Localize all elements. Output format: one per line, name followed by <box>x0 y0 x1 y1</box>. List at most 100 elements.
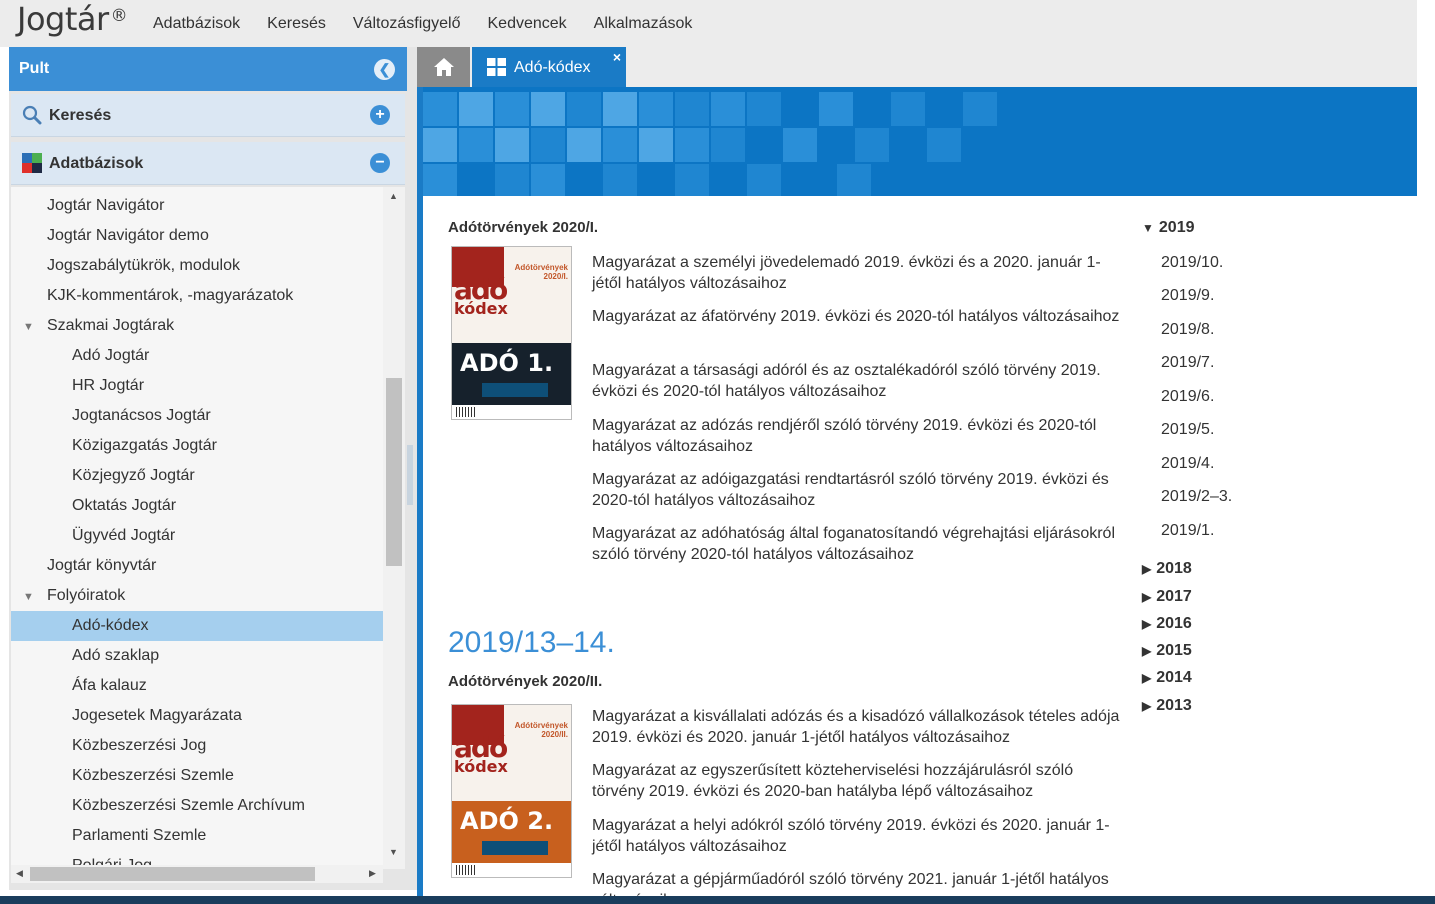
article-link[interactable]: Magyarázat a társasági adóról és az oszt… <box>592 360 1122 402</box>
tree-item[interactable]: Közbeszerzési Szemle Archívum <box>11 791 383 821</box>
tree-item[interactable]: Közbeszerzési Szemle <box>11 761 383 791</box>
search-section[interactable]: Keresés + <box>11 94 405 137</box>
issue-cover-image[interactable]: adó kódex Adótörvények 2020/I. ADÓ 1. <box>451 246 572 420</box>
year-toggle[interactable]: ▶ 2013 <box>1142 697 1192 715</box>
database-tree: Jogtár Navigátor Jogtár Navigátor demo J… <box>11 187 383 869</box>
collapsed-triangle-icon: ▶ <box>1142 590 1152 604</box>
close-tab-icon[interactable]: × <box>613 49 621 65</box>
year-toggle[interactable]: ▶ 2014 <box>1142 669 1192 687</box>
search-icon <box>22 105 42 125</box>
pult-title: Pult <box>19 60 50 77</box>
year-toggle[interactable]: ▶ 2018 <box>1142 560 1192 578</box>
tree-item[interactable]: Áfa kalauz <box>11 671 383 701</box>
month-link[interactable]: 2019/7. <box>1161 354 1214 372</box>
article-link[interactable]: Magyarázat az adóigazgatási rendtartásró… <box>592 469 1122 511</box>
splitter-grip[interactable] <box>407 445 413 505</box>
article-link[interactable]: Magyarázat a személyi jövedelemadó 2019.… <box>592 252 1122 294</box>
tree-item-szakmai-jogtarak[interactable]: ▼ Szakmai Jogtárak <box>11 311 383 341</box>
collapse-panel-icon[interactable]: ❮ <box>374 59 395 80</box>
tree-item-selected[interactable]: Adó-kódex <box>11 611 383 641</box>
year-toggle[interactable]: ▶ 2015 <box>1142 642 1192 660</box>
month-link[interactable]: 2019/10. <box>1161 254 1223 272</box>
scroll-up-icon[interactable]: ▲ <box>389 191 398 201</box>
collapsed-triangle-icon: ▶ <box>1142 671 1152 685</box>
tree-item[interactable]: Adó Jogtár <box>11 341 383 371</box>
cover-band: ADÓ 2. <box>452 801 571 863</box>
barcode <box>456 865 476 875</box>
tab-bar: Adó-kódex × <box>417 47 1417 87</box>
tree-item[interactable]: Közigazgatás Jogtár <box>11 431 383 461</box>
databases-icon <box>22 153 42 173</box>
nav-alkalmazasok[interactable]: Alkalmazások <box>594 15 693 33</box>
tree-item[interactable]: Jogtár Navigátor demo <box>11 221 383 251</box>
month-link[interactable]: 2019/1. <box>1161 522 1214 540</box>
month-link[interactable]: 2019/2–3. <box>1161 488 1232 506</box>
article-link[interactable]: Magyarázat a kisvállalati adózás és a ki… <box>592 706 1122 748</box>
tree-item[interactable]: KJK-kommentárok, -magyarázatok <box>11 281 383 311</box>
issue-heading[interactable]: Adótörvények 2020/II. <box>448 673 602 690</box>
jogtar-logo[interactable]: Jogtár ® <box>17 0 128 38</box>
tree-item[interactable]: Jogszabálytükrök, modulok <box>11 251 383 281</box>
tree-item[interactable]: HR Jogtár <box>11 371 383 401</box>
tree-item[interactable]: Adó szaklap <box>11 641 383 671</box>
tree-item[interactable]: Oktatás Jogtár <box>11 491 383 521</box>
tree-item[interactable]: Jogtanácsos Jogtár <box>11 401 383 431</box>
month-link[interactable]: 2019/4. <box>1161 455 1214 473</box>
tree-item[interactable]: Közbeszerzési Jog <box>11 731 383 761</box>
cover-subtitle: Adótörvények 2020/II. <box>514 721 568 739</box>
databases-section[interactable]: Adatbázisok − <box>11 142 405 185</box>
collapsed-triangle-icon: ▶ <box>1142 699 1152 713</box>
cover-band: ADÓ 1. <box>452 343 571 405</box>
cover-title: ADÓ 2. <box>460 807 554 835</box>
article-link[interactable]: Magyarázat a gépjárműadóról szóló törvén… <box>592 869 1122 896</box>
year-2019-toggle[interactable]: ▼ 2019 <box>1142 219 1194 237</box>
tree-item[interactable]: Közjegyző Jogtár <box>11 461 383 491</box>
top-bar: Jogtár ® Adatbázisok Keresés Változásfigy… <box>0 0 1417 47</box>
issue-heading[interactable]: Adótörvények 2020/I. <box>448 219 598 236</box>
month-link[interactable]: 2019/6. <box>1161 388 1214 406</box>
tree-item[interactable]: Jogtár Navigátor <box>11 191 383 221</box>
cover-flag <box>482 841 548 855</box>
tree-horizontal-scrollbar[interactable]: ◀ ▶ <box>11 865 383 883</box>
year-toggle[interactable]: ▶ 2016 <box>1142 615 1192 633</box>
collapse-minus-icon[interactable]: − <box>370 153 390 173</box>
tab-home[interactable] <box>417 47 470 87</box>
month-link[interactable]: 2019/8. <box>1161 321 1214 339</box>
nav-adatbazisok[interactable]: Adatbázisok <box>153 15 240 33</box>
article-link[interactable]: Magyarázat az adóhatóság által foganatos… <box>592 523 1122 565</box>
scroll-right-icon[interactable]: ▶ <box>369 868 376 879</box>
article-link[interactable]: Magyarázat az áfatörvény 2019. évközi és… <box>592 306 1122 327</box>
windows-grid-icon <box>487 58 506 76</box>
issue-number[interactable]: 2019/13–14. <box>448 626 615 660</box>
expand-plus-icon[interactable]: + <box>370 105 390 125</box>
tab-label: Adó-kódex <box>514 59 591 76</box>
issue-cover-image[interactable]: adó kódex Adótörvények 2020/II. ADÓ 2. <box>451 704 572 878</box>
home-icon <box>433 58 454 76</box>
cover-flag <box>482 383 548 397</box>
nav-kedvencek[interactable]: Kedvencek <box>488 15 567 33</box>
article-link[interactable]: Magyarázat az egyszerűsített köztehervis… <box>592 760 1122 802</box>
tree-vertical-scrollbar[interactable]: ▲ ▼ <box>383 187 405 869</box>
month-link[interactable]: 2019/5. <box>1161 421 1214 439</box>
expanded-arrow-icon[interactable]: ▼ <box>23 582 34 612</box>
scroll-thumb[interactable] <box>386 378 402 566</box>
scroll-down-icon[interactable]: ▼ <box>389 847 398 857</box>
tree-item-folyoiratok[interactable]: ▼ Folyóiratok <box>11 581 383 611</box>
scroll-left-icon[interactable]: ◀ <box>16 868 23 879</box>
nav-valtozasfigyelo[interactable]: Változásfigyelő <box>353 15 461 33</box>
tree-item[interactable]: Jogesetek Magyarázata <box>11 701 383 731</box>
tree-item[interactable]: Ügyvéd Jogtár <box>11 521 383 551</box>
year-toggle[interactable]: ▶ 2017 <box>1142 588 1192 606</box>
article-link[interactable]: Magyarázat a helyi adókról szóló törvény… <box>592 815 1122 857</box>
tree-item[interactable]: Jogtár könyvtár <box>11 551 383 581</box>
pult-header: Pult ❮ <box>9 47 407 91</box>
month-link[interactable]: 2019/9. <box>1161 287 1214 305</box>
expanded-arrow-icon[interactable]: ▼ <box>23 312 34 342</box>
nav-kereses[interactable]: Keresés <box>267 15 326 33</box>
article-link[interactable]: Magyarázat az adózás rendjéről szóló tör… <box>592 415 1122 457</box>
panel-splitter[interactable] <box>407 47 417 890</box>
tree-item[interactable]: Parlamenti Szemle <box>11 821 383 851</box>
scroll-thumb[interactable] <box>30 867 315 881</box>
tab-ado-kodex[interactable]: Adó-kódex × <box>472 47 626 87</box>
top-navigation: Adatbázisok Keresés Változásfigyelő Kedv… <box>153 15 719 33</box>
